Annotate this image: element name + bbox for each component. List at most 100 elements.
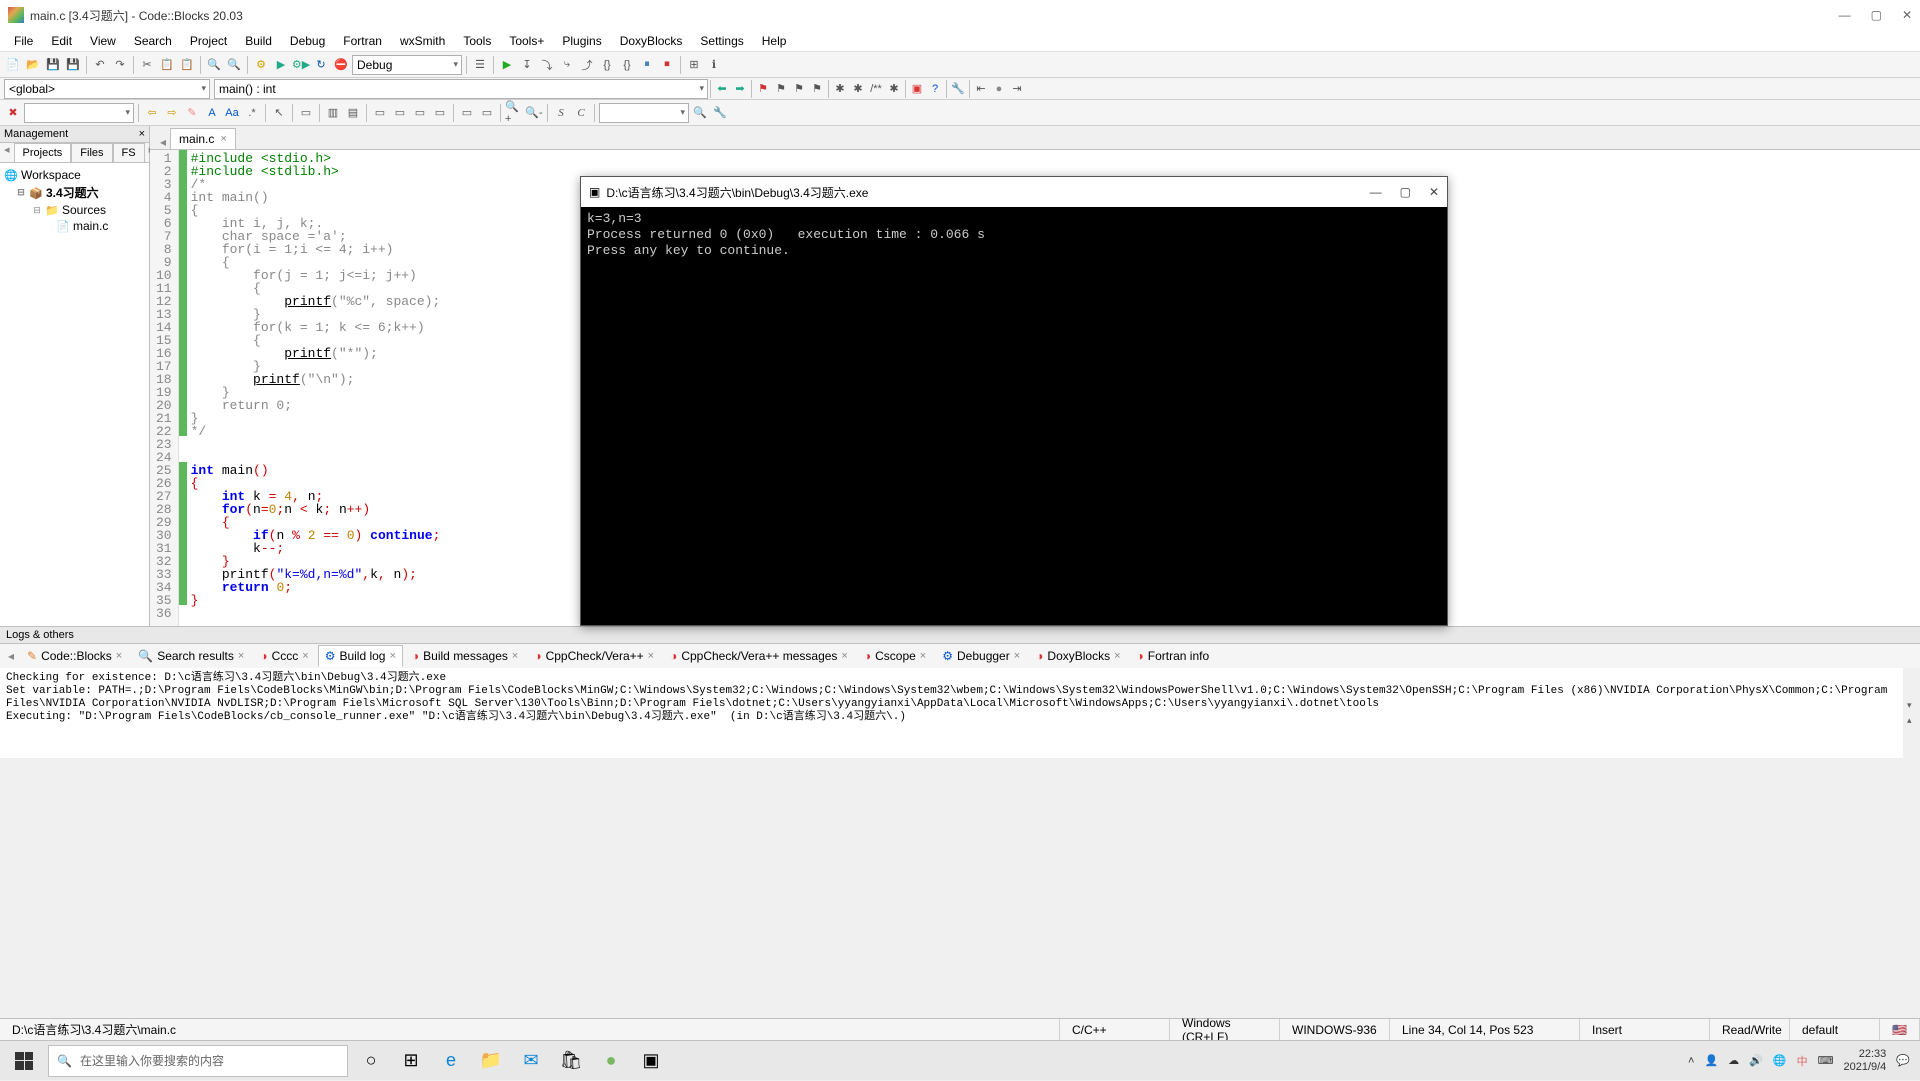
stop-debug-icon[interactable]: ⏹ <box>658 56 676 74</box>
menu-fortran[interactable]: Fortran <box>335 32 390 50</box>
run-icon[interactable]: ▶ <box>272 56 290 74</box>
log-tab-close-icon[interactable]: × <box>116 650 122 662</box>
select-icon[interactable]: ↖ <box>270 104 288 122</box>
tray-onedrive-icon[interactable]: ☁ <box>1728 1054 1739 1067</box>
code-content[interactable]: #include <stdio.h> #include <stdlib.h> /… <box>187 150 445 626</box>
taskbar-search[interactable]: 🔍 在这里输入你要搜索的内容 <box>48 1045 348 1077</box>
save-all-icon[interactable]: 💾 <box>64 56 82 74</box>
minimize-button[interactable]: — <box>1839 8 1851 22</box>
menu-build[interactable]: Build <box>237 32 280 50</box>
zoom-in-icon[interactable]: 🔍+ <box>505 104 523 122</box>
app-icon[interactable]: ● <box>598 1048 624 1074</box>
tray-ime-icon[interactable]: 中 <box>1797 1053 1808 1069</box>
next-line-icon[interactable]: ⤵ <box>538 56 556 74</box>
build-target-dropdown[interactable]: Debug <box>352 55 462 75</box>
tray-network-icon[interactable]: 🌐 <box>1773 1054 1787 1067</box>
tab-fs[interactable]: FS <box>113 143 145 162</box>
tray-input-icon[interactable]: ⌨ <box>1818 1054 1834 1067</box>
doxy-settings-icon[interactable]: 🔧 <box>949 80 967 98</box>
search-dropdown[interactable] <box>599 103 689 123</box>
break-source-icon[interactable]: ▭ <box>458 104 476 122</box>
start-button[interactable] <box>0 1041 48 1081</box>
nav-prev-icon[interactable]: ⇤ <box>972 80 990 98</box>
console-minimize-button[interactable]: — <box>1370 185 1382 199</box>
highlight-icon[interactable]: ✎ <box>183 104 201 122</box>
clear-icon[interactable]: ✖ <box>4 104 22 122</box>
break-stmt-icon[interactable]: ▭ <box>371 104 389 122</box>
c-icon[interactable]: C <box>572 104 590 122</box>
console-body[interactable]: k=3,n=3 Process returned 0 (0x0) executi… <box>581 207 1447 625</box>
tray-people-icon[interactable]: 👤 <box>1704 1054 1718 1067</box>
log-tab-cppcheckmsg[interactable]: ◑CppCheck/Vera++ messages× <box>663 645 855 667</box>
abort-icon[interactable]: ⛔ <box>332 56 350 74</box>
tray-notifications-icon[interactable]: 💬 <box>1896 1054 1910 1067</box>
doxy-run-icon[interactable]: ▣ <box>908 80 926 98</box>
tab-projects[interactable]: Projects <box>14 143 72 162</box>
log-body[interactable]: Checking for existence: D:\c语言练习\3.4习题六\… <box>0 668 1903 758</box>
debug-continue-icon[interactable]: ▶ <box>498 56 516 74</box>
doxy-tool-icon[interactable]: ✱ <box>885 80 903 98</box>
build-run-icon[interactable]: ⚙▶ <box>292 56 310 74</box>
nav-back-icon[interactable]: ⇦ <box>143 104 161 122</box>
task-view-icon[interactable]: ⊞ <box>398 1048 424 1074</box>
next-bookmark-icon[interactable]: ⚑ <box>790 80 808 98</box>
menu-doxyblocks[interactable]: DoxyBlocks <box>612 32 691 50</box>
jump-back-icon[interactable]: ⬅ <box>713 80 731 98</box>
menu-plugins[interactable]: Plugins <box>554 32 609 50</box>
console-window[interactable]: ▣ D:\c语言练习\3.4习题六\bin\Debug\3.4习题六.exe —… <box>580 176 1448 626</box>
log-tab-codeblocks[interactable]: ✎Code::Blocks× <box>20 645 129 667</box>
doxy-1-icon[interactable]: ✱ <box>831 80 849 98</box>
break-cond-icon[interactable]: ▭ <box>411 104 429 122</box>
log-tab-fortran[interactable]: ◑Fortran info <box>1130 645 1217 667</box>
menu-tools[interactable]: Tools <box>455 32 499 50</box>
nav-next-icon[interactable]: ⇥ <box>1008 80 1026 98</box>
panel-close-icon[interactable]: × <box>139 128 145 140</box>
console-close-button[interactable]: ✕ <box>1429 185 1439 199</box>
rebuild-icon[interactable]: ↻ <box>312 56 330 74</box>
toggle-bookmark-icon[interactable]: ⚑ <box>754 80 772 98</box>
function-dropdown[interactable]: main() : int <box>214 79 708 99</box>
build-icon[interactable]: ⚙ <box>252 56 270 74</box>
find-icon[interactable]: 🔍 <box>205 56 223 74</box>
tray-chevron-icon[interactable]: ˄ <box>1688 1055 1694 1067</box>
project-tree[interactable]: Workspace ⊟3.4习题六 ⊟Sources main.c <box>0 163 149 626</box>
edge-icon[interactable]: e <box>438 1048 464 1074</box>
break-loop-icon[interactable]: ▭ <box>391 104 409 122</box>
break-icon[interactable]: ⏸ <box>638 56 656 74</box>
tray-volume-icon[interactable]: 🔊 <box>1749 1054 1763 1067</box>
tree-sources[interactable]: ⊟Sources <box>4 202 145 218</box>
prev-bookmark-icon[interactable]: ⚑ <box>772 80 790 98</box>
explorer-icon[interactable]: 📁 <box>478 1048 504 1074</box>
undo-icon[interactable]: ↶ <box>91 56 109 74</box>
taskbar-clock[interactable]: 22:33 2021/9/4 <box>1843 1048 1886 1074</box>
log-tab-debugger[interactable]: ⚙Debugger× <box>935 645 1027 667</box>
menu-help[interactable]: Help <box>754 32 795 50</box>
copy-icon[interactable]: 📋 <box>158 56 176 74</box>
mail-icon[interactable]: ✉ <box>518 1048 544 1074</box>
run-to-cursor-icon[interactable]: ↧ <box>518 56 536 74</box>
log-tab-search[interactable]: 🔍Search results× <box>131 645 251 667</box>
step-out-icon[interactable]: ⤴ <box>578 56 596 74</box>
show-target-icon[interactable]: ☰ <box>471 56 489 74</box>
menu-debug[interactable]: Debug <box>282 32 333 50</box>
doxy-2-icon[interactable]: ✱ <box>849 80 867 98</box>
tree-workspace[interactable]: Workspace <box>4 167 145 183</box>
menu-search[interactable]: Search <box>126 32 180 50</box>
log-tab-cppcheck[interactable]: ◑CppCheck/Vera++× <box>527 645 661 667</box>
break-case-icon[interactable]: ▭ <box>478 104 496 122</box>
tree-file-main[interactable]: main.c <box>4 218 145 234</box>
tab-close-icon[interactable]: × <box>220 133 226 145</box>
find-in-files-icon[interactable]: 🔍 <box>691 104 709 122</box>
tree-project[interactable]: ⊟3.4习题六 <box>4 183 145 202</box>
nav-rec-icon[interactable]: ● <box>990 80 1008 98</box>
menu-file[interactable]: File <box>6 32 41 50</box>
cortana-icon[interactable]: ○ <box>358 1048 384 1074</box>
clear-bookmarks-icon[interactable]: ⚑ <box>808 80 826 98</box>
tab-nav-left-icon[interactable]: ◂ <box>0 143 14 162</box>
log-tab-buildlog[interactable]: ⚙Build log× <box>318 645 403 667</box>
tool-settings-icon[interactable]: 🔧 <box>711 104 729 122</box>
status-lang-icon[interactable]: 🇺🇸 <box>1880 1019 1920 1040</box>
toggle-2-icon[interactable]: ▤ <box>344 104 362 122</box>
save-icon[interactable]: 💾 <box>44 56 62 74</box>
open-file-icon[interactable]: 📂 <box>24 56 42 74</box>
